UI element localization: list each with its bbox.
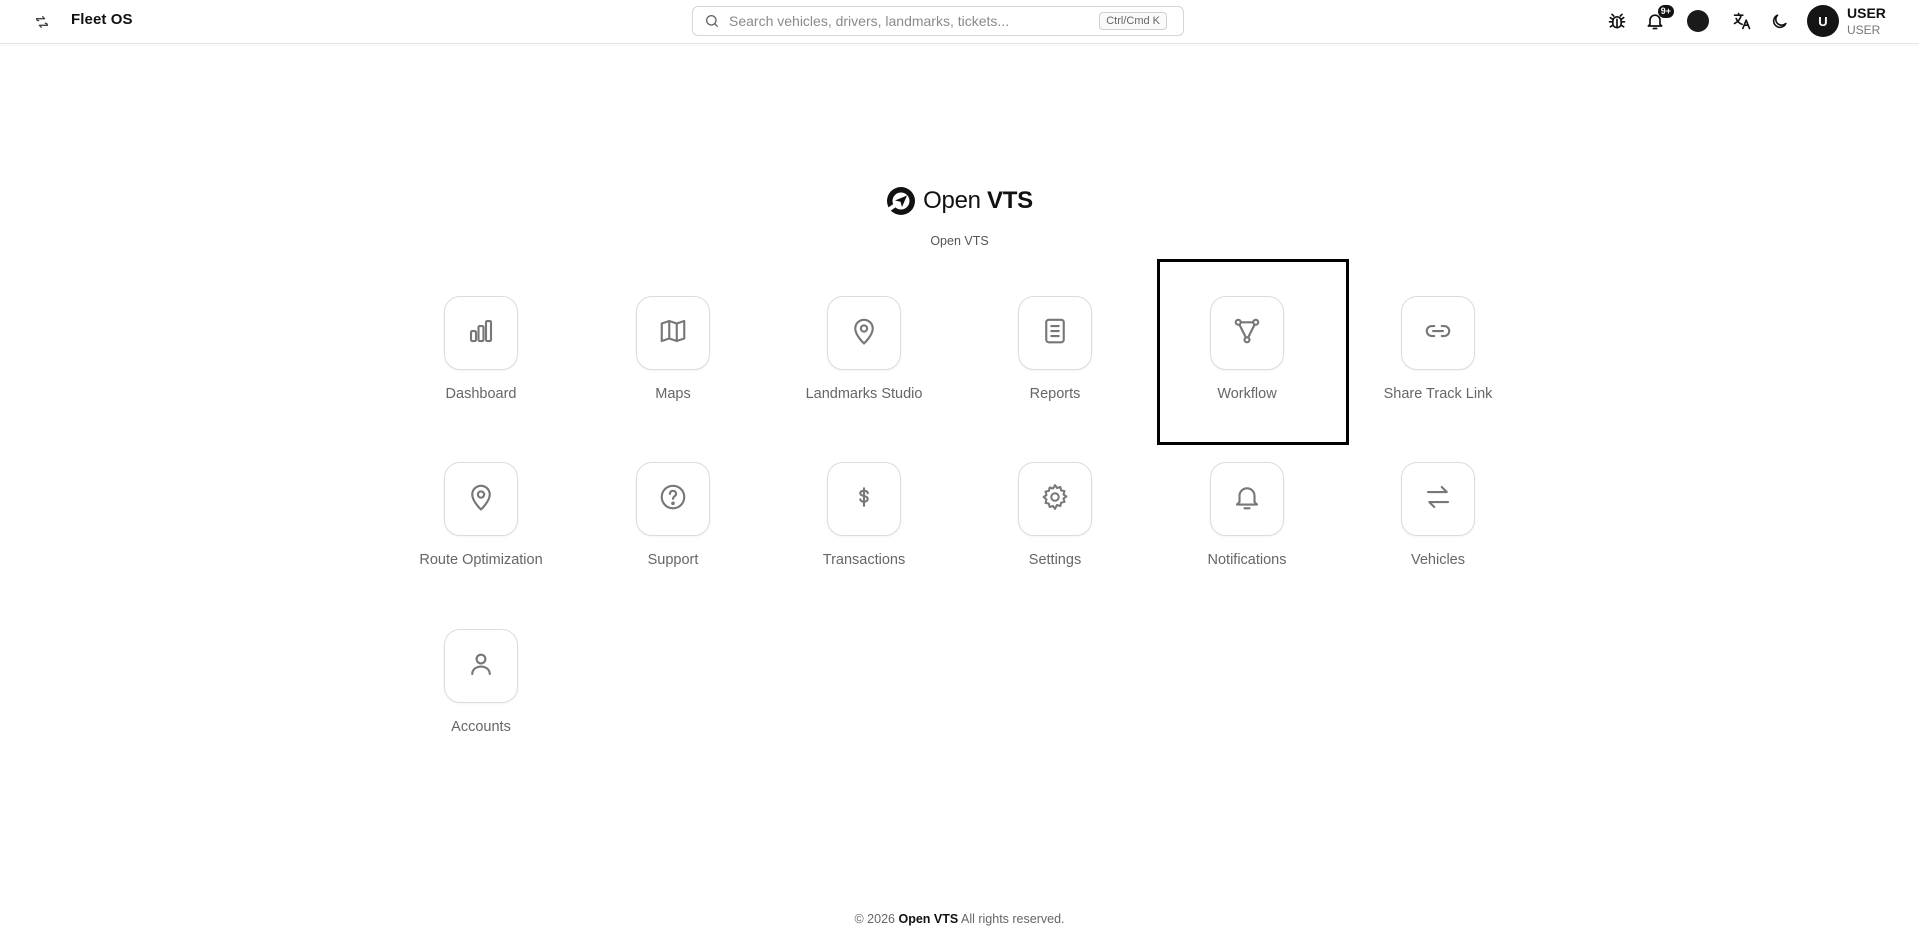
bug-report-icon[interactable] [1604,8,1630,34]
module-label: Dashboard [445,386,517,402]
module-label: Transactions [822,552,906,568]
app-name: Fleet OS [71,11,133,28]
module-tile-icon-box [444,462,518,536]
footer: © 2026 Open VTS All rights reserved. [0,912,1919,926]
module-tile-icon-box [827,462,901,536]
module-label: Landmarks Studio [805,386,923,402]
search-input[interactable]: Search vehicles, drivers, landmarks, tic… [692,6,1184,36]
footer-rights: All rights reserved. [958,912,1065,926]
map-pin-icon [466,482,496,517]
module-label: Support [647,552,699,568]
module-tile-settings[interactable]: Settings [980,462,1130,592]
module-tile-dashboard[interactable]: Dashboard [406,296,556,426]
brand-heading: Open VTS [0,186,1919,216]
color-dot-icon [1687,10,1709,32]
module-label: Workflow [1217,386,1277,402]
module-tile-maps[interactable]: Maps [598,296,748,426]
module-tile-icon-box [1210,462,1284,536]
dark-mode-moon-icon[interactable] [1766,8,1792,34]
module-tile-transactions[interactable]: Transactions [789,462,939,592]
module-tile-reports[interactable]: Reports [980,296,1130,426]
gear-icon [1040,482,1070,517]
module-label: Share Track Link [1383,386,1493,402]
module-tile-route-optimization[interactable]: Route Optimization [406,462,556,592]
module-tile-icon-box [444,296,518,370]
map-icon [658,316,688,351]
document-icon [1040,316,1070,351]
module-tile-icon-box [1210,296,1284,370]
brand-name: Open VTS [923,187,1033,215]
swap-arrows-icon [1423,482,1453,517]
module-tile-icon-box [827,296,901,370]
user-role: USER [1847,23,1881,37]
search-icon [704,13,720,29]
search-placeholder: Search vehicles, drivers, landmarks, tic… [729,13,1010,29]
module-tile-icon-box [1018,462,1092,536]
module-tile-landmarks-studio[interactable]: Landmarks Studio [789,296,939,426]
user-icon [466,649,496,684]
module-label: Notifications [1207,552,1287,568]
brand-name-light: Open [923,187,988,214]
avatar[interactable]: U [1807,5,1839,37]
module-label: Settings [1028,552,1082,568]
module-label: Route Optimization [419,552,543,568]
module-tile-vehicles[interactable]: Vehicles [1363,462,1513,592]
module-tile-accounts[interactable]: Accounts [406,629,556,759]
module-tile-icon-box [636,462,710,536]
module-tile-share-track-link[interactable]: Share Track Link [1363,296,1513,426]
footer-copyright: © 2026 [854,912,899,926]
workflow-icon [1232,316,1262,351]
brand-name-bold: VTS [987,187,1033,214]
module-tile-workflow[interactable]: Workflow [1172,296,1322,426]
module-label: Accounts [451,719,511,735]
footer-brand: Open VTS [898,912,959,926]
module-label: Reports [1029,386,1081,402]
help-circle-icon [658,482,688,517]
module-tile-notifications[interactable]: Notifications [1172,462,1322,592]
module-tile-support[interactable]: Support [598,462,748,592]
module-tile-icon-box [1401,462,1475,536]
link-icon [1423,316,1453,351]
bar-chart-icon [466,316,496,351]
module-tile-icon-box [636,296,710,370]
user-name[interactable]: USER [1847,5,1886,21]
map-pin-icon [849,316,879,351]
menu-toggle-icon[interactable] [30,10,54,34]
dollar-icon [849,482,879,517]
bell-icon [1232,482,1262,517]
theme-color-toggle[interactable] [1685,8,1711,34]
language-translate-icon[interactable] [1729,8,1755,34]
module-tile-icon-box [1018,296,1092,370]
notifications-bell-icon[interactable]: 9+ [1642,5,1674,34]
notification-count-badge: 9+ [1657,5,1674,18]
open-vts-logo-icon [886,186,916,216]
module-tile-icon-box [1401,296,1475,370]
search-shortcut-hint: Ctrl/Cmd K [1099,12,1167,30]
brand-subtitle: Open VTS [930,234,989,248]
module-label: Maps [655,386,691,402]
module-label: Vehicles [1410,552,1465,568]
top-bar: Fleet OS Search vehicles, drivers, landm… [0,0,1919,44]
module-tile-icon-box [444,629,518,703]
